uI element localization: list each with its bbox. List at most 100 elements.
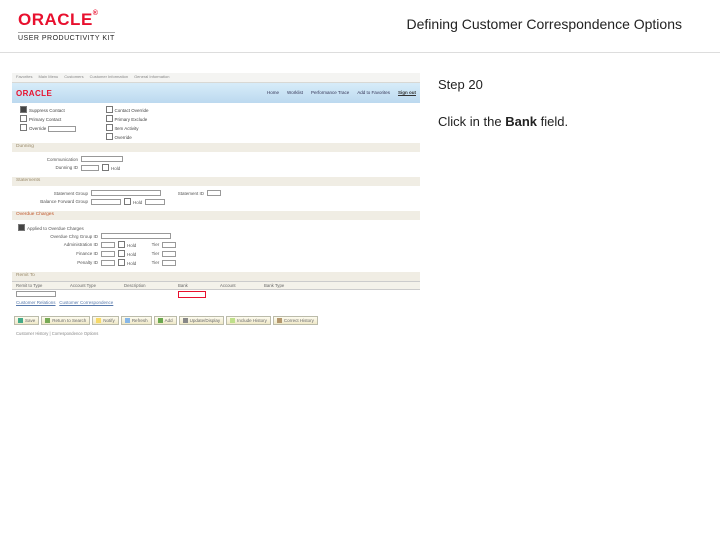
field-balfwd-date (145, 199, 165, 205)
field-stmt-group (91, 190, 161, 196)
remit-grid-row (12, 290, 420, 299)
mini-oracle-logo: ORACLE (16, 89, 52, 98)
col-account: Account (220, 283, 250, 288)
check-dun-hold: Hold (102, 164, 120, 171)
cell-remit-type (16, 291, 56, 297)
instr-suffix: field. (537, 114, 568, 129)
btn-label: Update/Display (190, 318, 221, 323)
field-admin (101, 242, 115, 248)
check-apply-overdue: Applied to Overdue Charges (18, 224, 84, 231)
check-suppress: Suppress Contact (20, 106, 76, 113)
btn-label: Refresh (132, 318, 148, 323)
screenshot-preview: Favorites Main Menu Customers Customer I… (12, 73, 420, 363)
check-primary: Primary Contact (20, 115, 76, 122)
menu-item: General Information (134, 74, 169, 81)
cell-account-type (70, 291, 110, 298)
btn-label: Add (165, 318, 173, 323)
include-icon (230, 318, 235, 323)
label-dunning-id: Dunning ID (18, 165, 78, 170)
check-label: Override (29, 126, 46, 131)
mini-check-header: Suppress Contact Primary Contact Overrid… (12, 103, 420, 141)
check-balfwd-hold: Hold (124, 198, 142, 205)
add-icon (158, 318, 163, 323)
label-admin: Administration ID (18, 242, 98, 247)
label-balfwd: Balance Forward Group (18, 199, 88, 204)
menu-item: Main Menu (38, 74, 58, 81)
menu-item: Favorites (16, 74, 32, 81)
logo-main: ORACLE® (18, 10, 115, 30)
top-link: Add to Favorites (357, 90, 390, 96)
field-tier2 (162, 251, 176, 257)
correct-button[interactable]: Correct History (273, 316, 318, 325)
logo-subtitle: USER PRODUCTIVITY KIT (18, 32, 115, 42)
remit-grid-header: Remit to Type Account Type Description B… (12, 281, 420, 290)
top-link: Sign out (398, 90, 416, 96)
top-link: Performance Trace (311, 90, 349, 96)
cell-account (220, 291, 250, 298)
col-description: Description (124, 283, 164, 288)
label-finance: Finance ID (18, 251, 98, 256)
label-stmt-id: Statement ID (164, 191, 204, 196)
logo-text: ORACLE (18, 10, 93, 29)
save-button[interactable]: Save (14, 316, 39, 325)
section-statements: Statements (12, 177, 420, 186)
refresh-icon (125, 318, 130, 323)
check-fin-hold: Hold (118, 250, 136, 257)
col-account-type: Account Type (70, 283, 110, 288)
add-button[interactable]: Add (154, 316, 177, 325)
include-button[interactable]: Include History (226, 316, 271, 325)
label-communication: Communication (18, 157, 78, 162)
link-cust-rel: Customer Relations (16, 300, 56, 305)
top-link: Home (267, 90, 279, 96)
bank-field[interactable] (178, 291, 206, 298)
top-link: Worklist (287, 90, 303, 96)
field-stmt-id (207, 190, 221, 196)
section-remit: Remit To (12, 272, 420, 281)
field-finance (101, 251, 115, 257)
return-icon (45, 318, 50, 323)
field-communication (81, 156, 123, 162)
step-label: Step 20 (438, 77, 568, 92)
notify-button[interactable]: Notify (92, 316, 119, 325)
btn-label: Notify (103, 318, 115, 323)
mini-footer-path: Customer History | Correspondence Option… (12, 329, 420, 338)
col-banktype: Bank Type (264, 283, 294, 288)
mini-button-bar: Save Return to Search Notify Refresh Add… (12, 312, 420, 329)
save-icon (18, 318, 23, 323)
link-cust-corr: Customer Correspondence (59, 300, 113, 305)
instr-prefix: Click in the (438, 114, 505, 129)
btn-label: Include History (237, 318, 267, 323)
btn-label: Save (25, 318, 35, 323)
check-override2: Override (106, 133, 149, 140)
logo-tm: ® (93, 10, 99, 17)
mini-brandbar: ORACLE Home Worklist Performance Trace A… (12, 83, 420, 103)
field-tier3 (162, 260, 176, 266)
mini-menubar: Favorites Main Menu Customers Customer I… (12, 73, 420, 83)
section-overdue: Overdue Charges (12, 211, 420, 220)
mini-links: Customer Relations Customer Corresponden… (12, 299, 420, 306)
label-stmt-group: Statement Group (18, 191, 88, 196)
menu-item: Customer Information (90, 74, 128, 81)
cell-description (124, 291, 164, 298)
check-pen-hold: Hold (118, 259, 136, 266)
cell-banktype (264, 291, 294, 298)
field-dunning-id (81, 165, 99, 171)
btn-label: Correct History (284, 318, 314, 323)
check-override: Override (20, 124, 76, 132)
correct-icon (277, 318, 282, 323)
col-remit-type: Remit to Type (16, 283, 56, 288)
check-contact-override: Contact Override (106, 106, 149, 113)
menu-item: Customers (64, 74, 83, 81)
refresh-button[interactable]: Refresh (121, 316, 152, 325)
page-header: ORACLE® USER PRODUCTIVITY KIT Defining C… (0, 0, 720, 48)
update-button[interactable]: Update/Display (179, 316, 225, 325)
check-admin-hold: Hold (118, 241, 136, 248)
instr-bold: Bank (505, 114, 537, 129)
step-instruction: Click in the Bank field. (438, 114, 568, 129)
field-tier1 (162, 242, 176, 248)
label-tier3: Tier (139, 260, 159, 265)
page-title: Defining Customer Correspondence Options (407, 10, 702, 32)
return-button[interactable]: Return to Search (41, 316, 90, 325)
notify-icon (96, 318, 101, 323)
field-balfwd (91, 199, 121, 205)
